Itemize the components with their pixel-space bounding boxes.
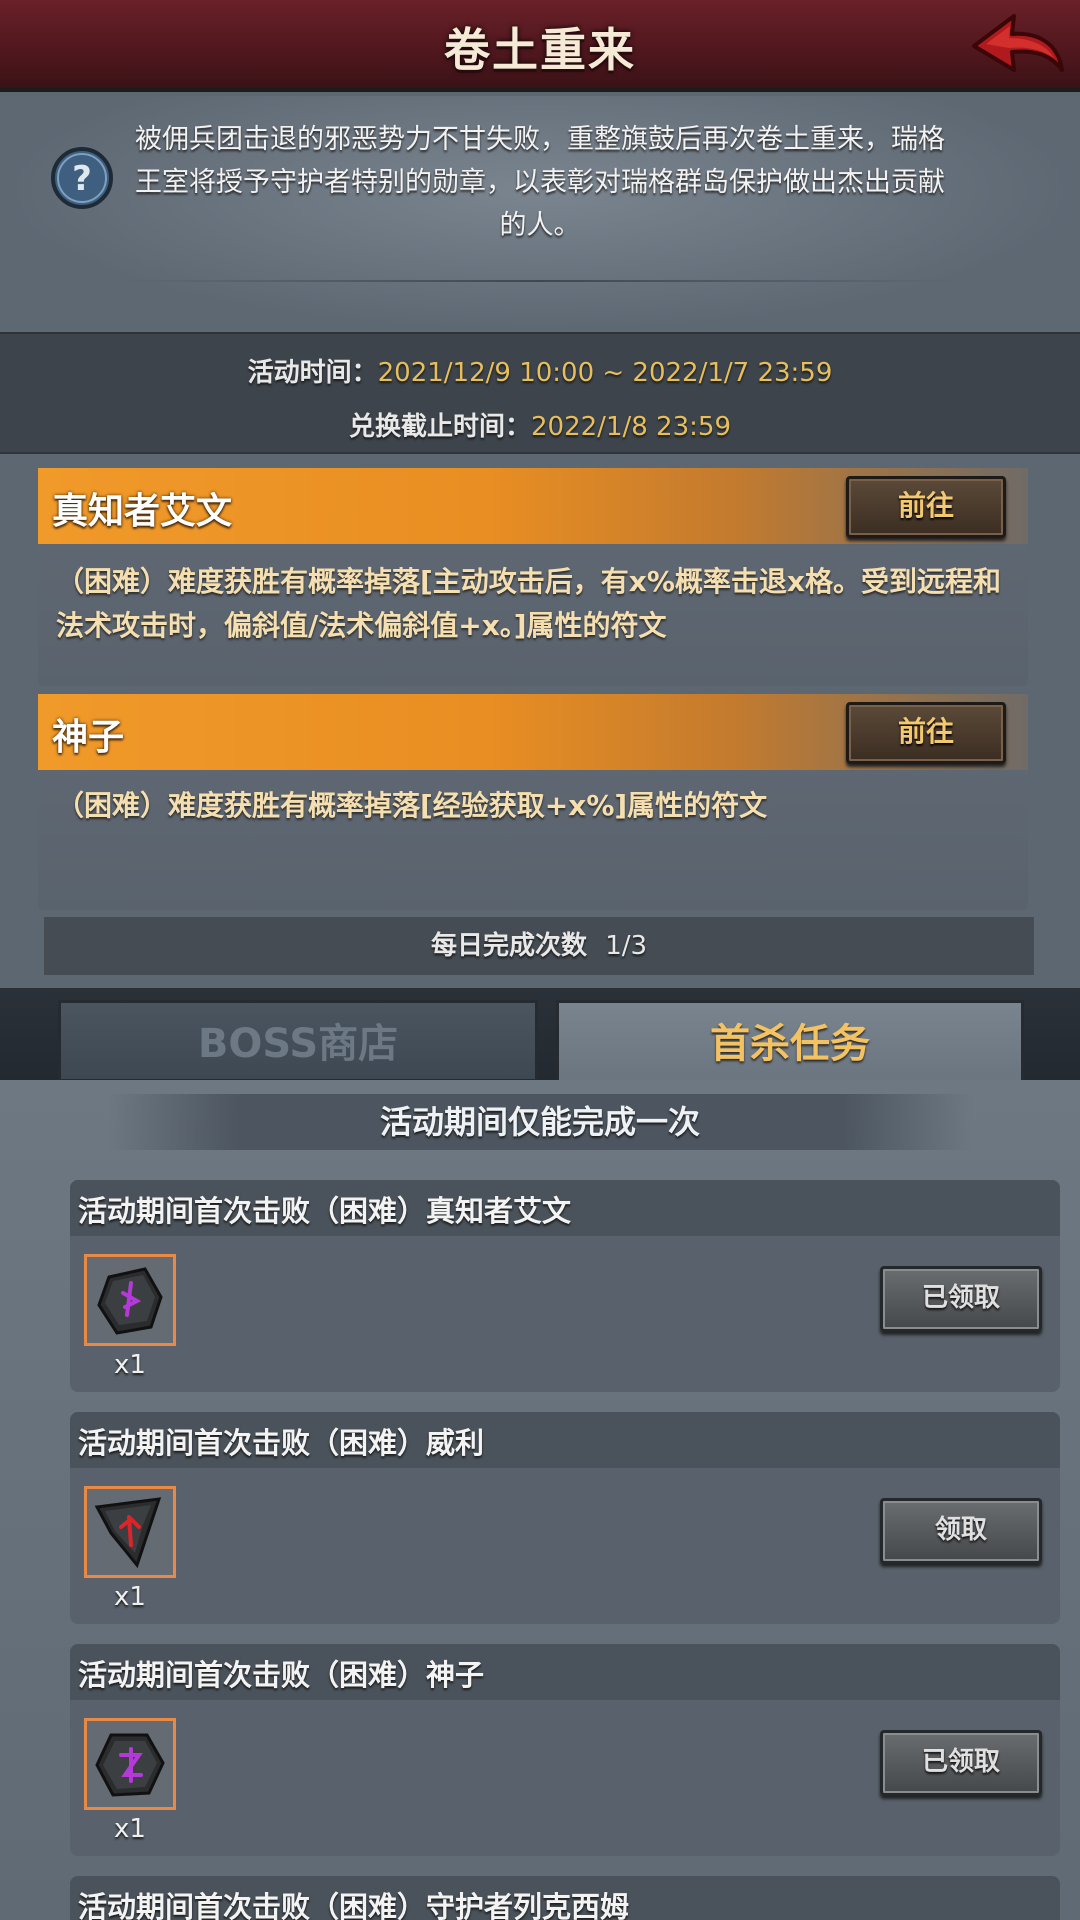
activity-time: 活动时间：2021/12/9 10:00 ~ 2022/1/7 23:59 — [0, 352, 1080, 389]
reward-item-slot[interactable] — [84, 1254, 176, 1346]
reward-quantity: x1 — [114, 1350, 146, 1380]
daily-completion-value: 1/3 — [605, 931, 648, 961]
intro-section: ? 被佣兵团击退的邪恶势力不甘失败，重整旗鼓后再次卷土重来，瑞格王室将授予守护者… — [0, 96, 1080, 332]
boss-header: 真知者艾文 前往 — [38, 468, 1028, 544]
tab-first-kill-tasks[interactable]: 首杀任务 — [556, 1000, 1024, 1082]
boss-panel: 真知者艾文 前往 （困难）难度获胜有概率掉落[主动攻击后，有x%概率击退x格。受… — [38, 468, 1028, 686]
help-button[interactable]: ? — [50, 146, 114, 210]
boss-drop-description: （困难）难度获胜有概率掉落[主动攻击后，有x%概率击退x格。受到远程和法术攻击时… — [56, 565, 1001, 642]
reward-quantity: x1 — [114, 1582, 146, 1612]
exchange-deadline: 兑换截止时间：2022/1/8 23:59 — [0, 406, 1080, 443]
go-button[interactable]: 前往 — [846, 476, 1006, 538]
quest-title: 活动期间首次击败（困难）真知者艾文 — [78, 1194, 572, 1228]
rune-purple-icon — [97, 1267, 163, 1335]
boss-name: 神子 — [52, 717, 125, 758]
exchange-deadline-label: 兑换截止时间： — [349, 412, 532, 442]
activity-time-value: 2021/12/9 10:00 ~ 2022/1/7 23:59 — [377, 358, 833, 388]
quest-header: 活动期间首次击败（困难）真知者艾文 — [70, 1180, 1060, 1236]
daily-completion: 每日完成次数 1/3 — [44, 917, 1034, 975]
quest-header: 活动期间首次击败（困难）神子 — [70, 1644, 1060, 1700]
boss-panel: 神子 前往 （困难）难度获胜有概率掉落[经验获取+x%]属性的符文 — [38, 694, 1028, 910]
quest-title: 活动期间首次击败（困难）神子 — [78, 1658, 485, 1692]
quest-title: 活动期间首次击败（困难）威利 — [78, 1426, 485, 1460]
divider — [120, 280, 960, 282]
claimed-button[interactable]: 已领取 — [880, 1730, 1042, 1796]
claimed-button[interactable]: 已领取 — [880, 1266, 1042, 1332]
quest-card: 活动期间首次击败（困难）真知者艾文 x1 已领取 — [70, 1180, 1060, 1392]
quest-card: 活动期间首次击败（困难）守护者列克西姆 — [70, 1876, 1060, 1920]
tab-boss-shop[interactable]: BOSS商店 — [58, 1000, 538, 1082]
quest-card: 活动期间首次击败（困难）威利 x1 领取 — [70, 1412, 1060, 1624]
quest-header: 活动期间首次击败（困难）守护者列克西姆 — [70, 1876, 1060, 1920]
quest-header: 活动期间首次击败（困难）威利 — [70, 1412, 1060, 1468]
reward-item-slot[interactable] — [84, 1486, 176, 1578]
once-only-banner: 活动期间仅能完成一次 — [108, 1094, 972, 1150]
go-button[interactable]: 前往 — [846, 702, 1006, 764]
activity-time-label: 活动时间： — [247, 358, 378, 388]
question-mark-icon: ? — [51, 147, 113, 209]
quest-card: 活动期间首次击败（困难）神子 x1 已领取 — [70, 1644, 1060, 1856]
boss-header: 神子 前往 — [38, 694, 1028, 770]
reward-quantity: x1 — [114, 1814, 146, 1844]
page-title: 卷土重来 — [444, 23, 636, 77]
svg-text:?: ? — [72, 159, 92, 199]
rune-red-icon — [94, 1497, 162, 1569]
back-arrow-icon — [972, 14, 1064, 72]
exchange-deadline-value: 2022/1/8 23:59 — [531, 412, 731, 442]
daily-completion-label: 每日完成次数 — [430, 931, 587, 961]
back-button[interactable] — [966, 8, 1066, 80]
title-bar: 卷土重来 — [0, 0, 1080, 92]
time-band: 活动时间：2021/12/9 10:00 ~ 2022/1/7 23:59 兑换… — [0, 332, 1080, 454]
boss-name: 真知者艾文 — [52, 491, 233, 532]
intro-description: 被佣兵团击退的邪恶势力不甘失败，重整旗鼓后再次卷土重来，瑞格王室将授予守护者特别… — [135, 124, 945, 241]
rune-purple-icon — [95, 1733, 165, 1797]
boss-drop-description: （困难）难度获胜有概率掉落[经验获取+x%]属性的符文 — [56, 789, 768, 822]
quest-title: 活动期间首次击败（困难）守护者列克西姆 — [78, 1890, 630, 1920]
reward-item-slot[interactable] — [84, 1718, 176, 1810]
claim-button[interactable]: 领取 — [880, 1498, 1042, 1564]
